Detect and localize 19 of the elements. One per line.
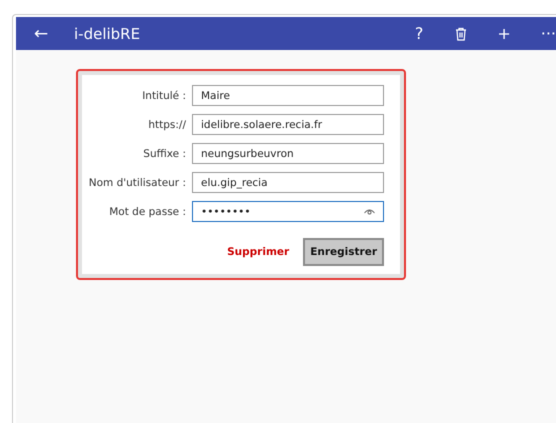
app-title: i-delibRE (74, 24, 142, 42)
back-button[interactable]: ← (34, 24, 74, 44)
more-button[interactable]: ··· (540, 24, 556, 43)
input-field[interactable]: neungsurbeuvron (192, 143, 384, 164)
field-label: Intitulé : (142, 90, 186, 102)
input-field[interactable]: idelibre.solaere.recia.fr (192, 114, 384, 135)
help-button[interactable]: ? (414, 24, 424, 43)
delete-button[interactable]: Supprimer (227, 246, 290, 258)
field-label: https:// (148, 118, 186, 130)
input-field[interactable]: elu.gip_recia (192, 172, 384, 193)
password-field[interactable]: •••••••• (192, 201, 384, 222)
input-field[interactable]: Maire (192, 85, 384, 106)
field-label: Nom d'utilisateur : (88, 176, 186, 188)
field-label: Mot de passe : (109, 206, 186, 218)
delete-icon[interactable] (455, 26, 468, 40)
eye-icon[interactable] (364, 208, 375, 215)
field-label: Suffixe : (143, 148, 186, 160)
add-button[interactable]: + (497, 24, 511, 43)
save-button[interactable]: Enregistrer (303, 238, 384, 266)
